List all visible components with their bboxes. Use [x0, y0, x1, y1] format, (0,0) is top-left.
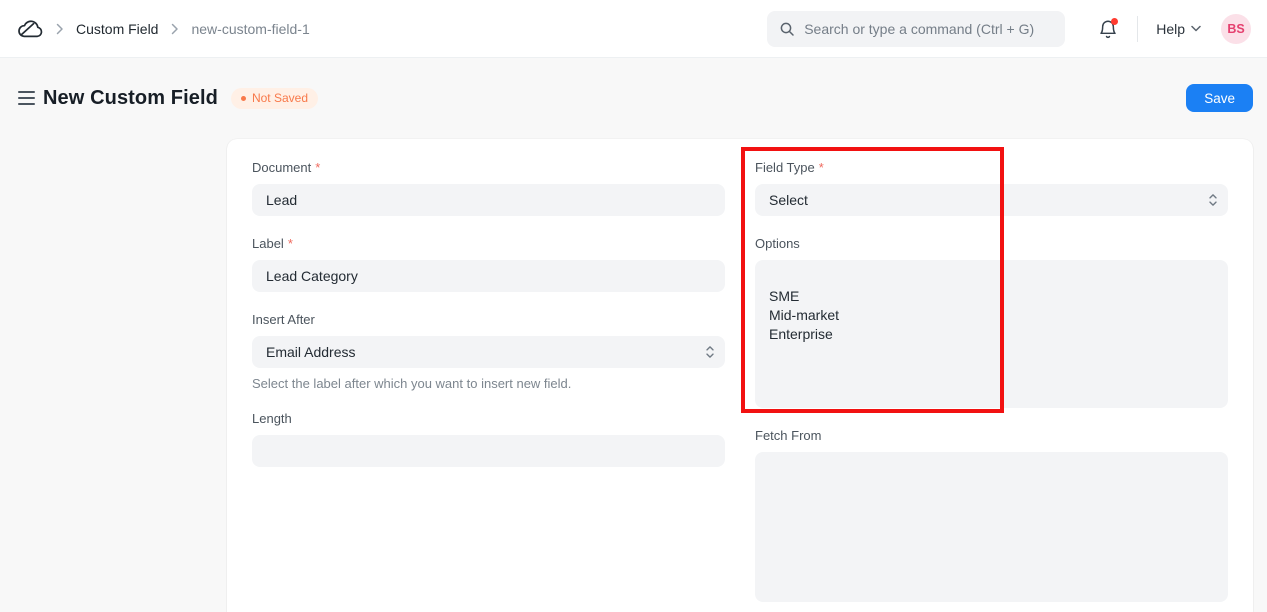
- insert-after-selected-value: Email Address: [266, 344, 355, 360]
- field-type-select[interactable]: Select: [755, 184, 1228, 216]
- field-group-length: Length: [252, 411, 725, 467]
- menu-icon[interactable]: [18, 91, 35, 105]
- help-menu-button[interactable]: Help: [1156, 21, 1201, 37]
- top-navbar: Custom Field new-custom-field-1: [0, 0, 1267, 58]
- field-group-document: Document*: [252, 160, 725, 216]
- document-input-field[interactable]: [266, 192, 711, 208]
- label-field-label: Label*: [252, 236, 725, 251]
- insert-after-label: Insert After: [252, 312, 725, 327]
- chevron-down-icon: [1191, 25, 1201, 32]
- options-label: Options: [755, 236, 1228, 251]
- form-column-left: Document* Label* Insert After: [252, 160, 725, 612]
- select-updown-icon: [706, 346, 714, 359]
- field-group-options: Options SME Mid-market Enterprise: [755, 236, 1228, 408]
- select-updown-icon: [1209, 194, 1217, 207]
- notification-dot: [1111, 18, 1118, 25]
- field-group-fetch-from: Fetch From: [755, 428, 1228, 602]
- breadcrumb-chevron-icon: [55, 23, 64, 35]
- required-marker: *: [819, 160, 824, 175]
- user-avatar[interactable]: BS: [1221, 14, 1251, 44]
- field-group-insert-after: Insert After Email Address Select the la…: [252, 312, 725, 391]
- breadcrumb-item-custom-field[interactable]: Custom Field: [76, 21, 158, 37]
- label-input[interactable]: [252, 260, 725, 292]
- length-input-field[interactable]: [266, 443, 711, 459]
- breadcrumb: Custom Field new-custom-field-1: [16, 18, 310, 40]
- app-window: Custom Field new-custom-field-1: [0, 0, 1267, 612]
- insert-after-help-text: Select the label after which you want to…: [252, 376, 725, 391]
- document-input[interactable]: [252, 184, 725, 216]
- required-marker: *: [288, 236, 293, 251]
- length-input[interactable]: [252, 435, 725, 467]
- label-input-field[interactable]: [266, 268, 711, 284]
- form-column-right: Field Type* Select Options SME Mid-marke…: [755, 160, 1228, 612]
- status-dot-icon: [241, 96, 246, 101]
- field-group-field-type: Field Type* Select: [755, 160, 1228, 216]
- search-icon: [779, 21, 795, 37]
- notifications-button[interactable]: [1097, 18, 1119, 40]
- custom-field-form-card: Document* Label* Insert After: [227, 139, 1253, 612]
- status-badge-label: Not Saved: [252, 91, 308, 105]
- status-badge: Not Saved: [231, 88, 318, 109]
- page-header: New Custom Field Not Saved Save: [18, 84, 1253, 112]
- save-button[interactable]: Save: [1186, 84, 1253, 112]
- topbar-divider: [1137, 16, 1138, 42]
- document-label: Document*: [252, 160, 725, 175]
- options-textarea[interactable]: SME Mid-market Enterprise: [755, 260, 1228, 408]
- field-type-label: Field Type*: [755, 160, 1228, 175]
- page-title: New Custom Field: [43, 87, 218, 110]
- app-logo-icon[interactable]: [16, 18, 43, 40]
- breadcrumb-chevron-icon: [170, 23, 179, 35]
- field-type-selected-value: Select: [769, 192, 808, 208]
- insert-after-select[interactable]: Email Address: [252, 336, 725, 368]
- topbar-actions: Help BS: [1097, 14, 1251, 44]
- help-label: Help: [1156, 21, 1185, 37]
- global-search[interactable]: [767, 11, 1065, 47]
- required-marker: *: [315, 160, 320, 175]
- field-group-label: Label*: [252, 236, 725, 292]
- length-label: Length: [252, 411, 725, 426]
- breadcrumb-item-current-doc[interactable]: new-custom-field-1: [191, 21, 309, 37]
- fetch-from-label: Fetch From: [755, 428, 1228, 443]
- search-input[interactable]: [804, 21, 1053, 37]
- fetch-from-textarea[interactable]: [755, 452, 1228, 602]
